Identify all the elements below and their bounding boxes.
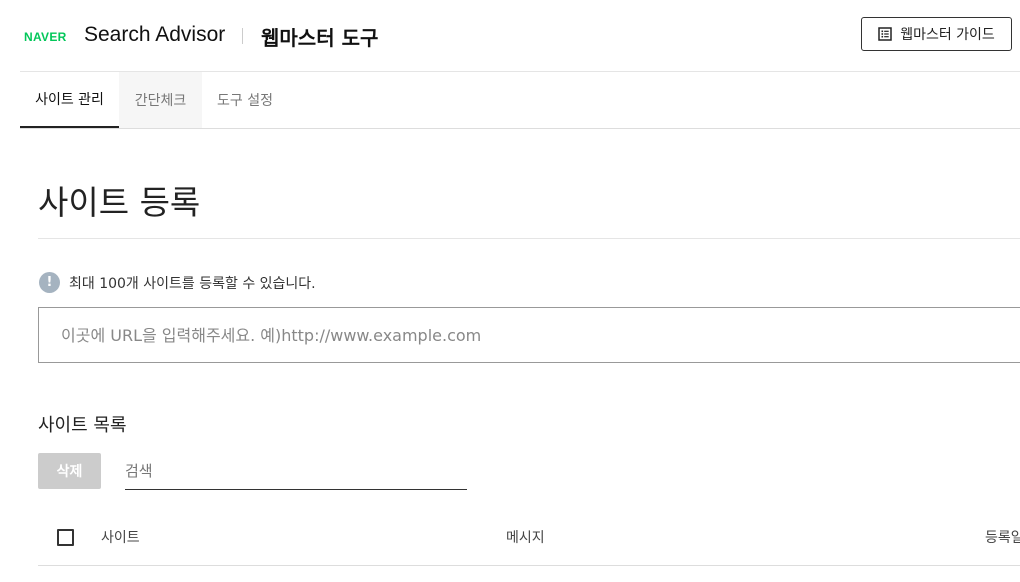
title-divider — [38, 238, 1020, 239]
select-all-checkbox[interactable] — [57, 529, 74, 546]
table-header-divider — [38, 565, 1020, 566]
page-title: 사이트 등록 — [38, 183, 201, 222]
site-list-title: 사이트 목록 — [38, 415, 127, 436]
delete-button[interactable]: 삭제 — [38, 453, 101, 489]
tab-tool-settings[interactable]: 도구 설정 — [202, 72, 288, 128]
logo-divider — [242, 28, 243, 44]
column-header-date[interactable]: 등록일 — [985, 527, 1020, 547]
search-input[interactable] — [125, 453, 467, 490]
tabs-divider — [20, 128, 1020, 129]
naver-logo[interactable]: NAVER — [24, 30, 67, 44]
info-icon: ! — [39, 272, 60, 293]
site-url-input[interactable] — [38, 307, 1020, 363]
document-list-icon — [878, 27, 892, 41]
column-header-site[interactable]: 사이트 — [101, 527, 140, 547]
column-header-message[interactable]: 메시지 — [506, 527, 545, 547]
webmaster-guide-button[interactable]: 웹마스터 가이드 — [861, 17, 1012, 51]
search-advisor-logo[interactable]: Search Advisor — [84, 23, 225, 47]
notice-text: 최대 100개 사이트를 등록할 수 있습니다. — [69, 276, 316, 292]
page-app-title[interactable]: 웹마스터 도구 — [261, 22, 378, 51]
tab-site-management[interactable]: 사이트 관리 — [20, 72, 119, 128]
guide-button-label: 웹마스터 가이드 — [900, 27, 995, 43]
tab-quick-check[interactable]: 간단체크 — [119, 72, 202, 128]
